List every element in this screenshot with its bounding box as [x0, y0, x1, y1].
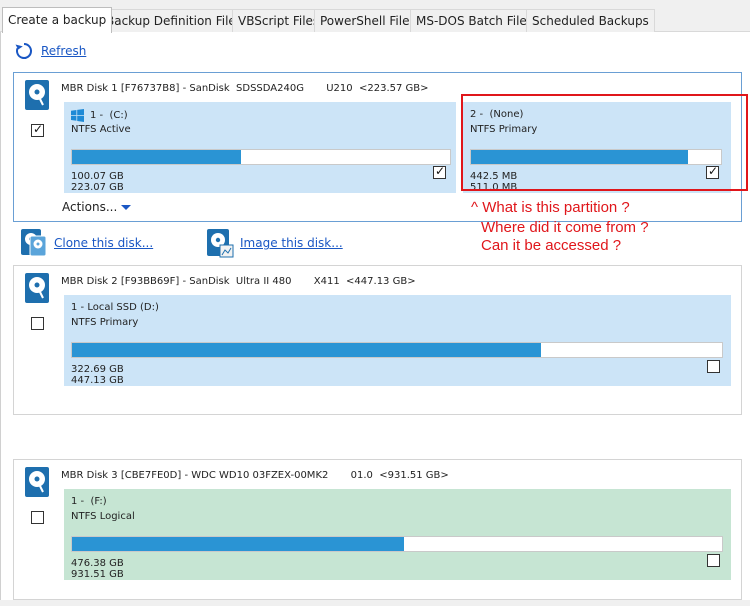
- annotation-highlight-box: [461, 94, 748, 191]
- disk-title: MBR Disk 1 [F76737B8] - SanDisk SDSSDA24…: [61, 83, 429, 94]
- partition-checkbox[interactable]: [707, 554, 720, 567]
- annotation-line-3: Can it be accessed ?: [481, 237, 622, 254]
- usage-bar-fill: [72, 343, 542, 357]
- annotation-line-1: ^ What is this partition ?: [471, 199, 630, 216]
- tab-powershell-files[interactable]: PowerShell Files: [314, 9, 422, 32]
- windows-icon: [71, 109, 84, 122]
- usage-bar-fill: [72, 150, 242, 164]
- tab-strip: Create a backup Backup Definition Files …: [0, 0, 750, 33]
- refresh-button[interactable]: Refresh: [14, 41, 86, 61]
- usage-bar: [71, 149, 451, 165]
- total-size: 447.13 GB: [71, 375, 124, 386]
- used-size: 476.38 GB: [71, 558, 124, 569]
- partition-type: NTFS Primary: [71, 317, 139, 328]
- partition-label: 1 - (F:): [71, 496, 107, 507]
- partition-type: NTFS Logical: [71, 511, 135, 522]
- total-size: 223.07 GB: [71, 182, 124, 193]
- hard-disk-icon: [25, 80, 49, 110]
- clone-disk-link[interactable]: Clone this disk...: [54, 236, 153, 250]
- partition-f[interactable]: 1 - (F:) NTFS Logical 476.38 GB 931.51 G…: [64, 489, 731, 580]
- image-disk-link[interactable]: Image this disk...: [240, 236, 343, 250]
- partition-d[interactable]: 1 - Local SSD (D:) NTFS Primary 322.69 G…: [64, 295, 731, 386]
- usage-bar: [71, 342, 723, 358]
- partition-checkbox[interactable]: [433, 164, 446, 179]
- used-size: 100.07 GB: [71, 171, 124, 182]
- image-disk-icon: [207, 229, 234, 258]
- disk-3[interactable]: MBR Disk 3 [CBE7FE0D] - WDC WD10 03FZEX-…: [13, 459, 742, 600]
- usage-bar: [71, 536, 723, 552]
- hard-disk-icon: [25, 273, 49, 303]
- tab-backup-definition-files[interactable]: Backup Definition Files: [100, 9, 249, 32]
- partition-label: 1 - (C:): [90, 110, 128, 121]
- tab-create-a-backup[interactable]: Create a backup: [2, 7, 113, 33]
- hard-disk-icon: [25, 467, 49, 497]
- actions-dropdown[interactable]: Actions...: [62, 200, 132, 214]
- annotation-line-2: Where did it come from ?: [481, 219, 649, 236]
- disk-checkbox[interactable]: [31, 317, 44, 330]
- image-disk-button[interactable]: Image this disk...: [206, 228, 343, 258]
- usage-bar-fill: [72, 537, 405, 551]
- tab-vbscript-files[interactable]: VBScript Files: [232, 9, 326, 32]
- tab-scheduled-backups[interactable]: Scheduled Backups: [526, 9, 655, 32]
- bottom-strip: [0, 600, 750, 606]
- partition-label-row: 1 - (C:): [71, 109, 128, 122]
- disk-title: MBR Disk 2 [F93BB69F] - SanDisk Ultra II…: [61, 276, 416, 287]
- partition-label: 1 - Local SSD (D:): [71, 302, 159, 313]
- tab-ms-dos-batch-files[interactable]: MS-DOS Batch Files: [410, 9, 540, 32]
- disk-checkbox[interactable]: [31, 122, 44, 137]
- partition-type: NTFS Active: [71, 124, 131, 135]
- refresh-link[interactable]: Refresh: [41, 44, 86, 58]
- partition-checkbox[interactable]: [707, 360, 720, 373]
- refresh-icon: [15, 43, 32, 59]
- clone-disk-icon: [21, 229, 47, 257]
- disk-checkbox[interactable]: [31, 511, 44, 524]
- used-size: 322.69 GB: [71, 364, 124, 375]
- total-size: 931.51 GB: [71, 569, 124, 580]
- partition-c[interactable]: 1 - (C:) NTFS Active 100.07 GB 223.07 GB: [64, 102, 456, 193]
- disk-2[interactable]: MBR Disk 2 [F93BB69F] - SanDisk Ultra II…: [13, 265, 742, 415]
- disk-title: MBR Disk 3 [CBE7FE0D] - WDC WD10 03FZEX-…: [61, 470, 449, 481]
- clone-disk-button[interactable]: Clone this disk...: [20, 228, 153, 258]
- chevron-down-icon: [121, 204, 132, 210]
- actions-label: Actions...: [62, 200, 118, 214]
